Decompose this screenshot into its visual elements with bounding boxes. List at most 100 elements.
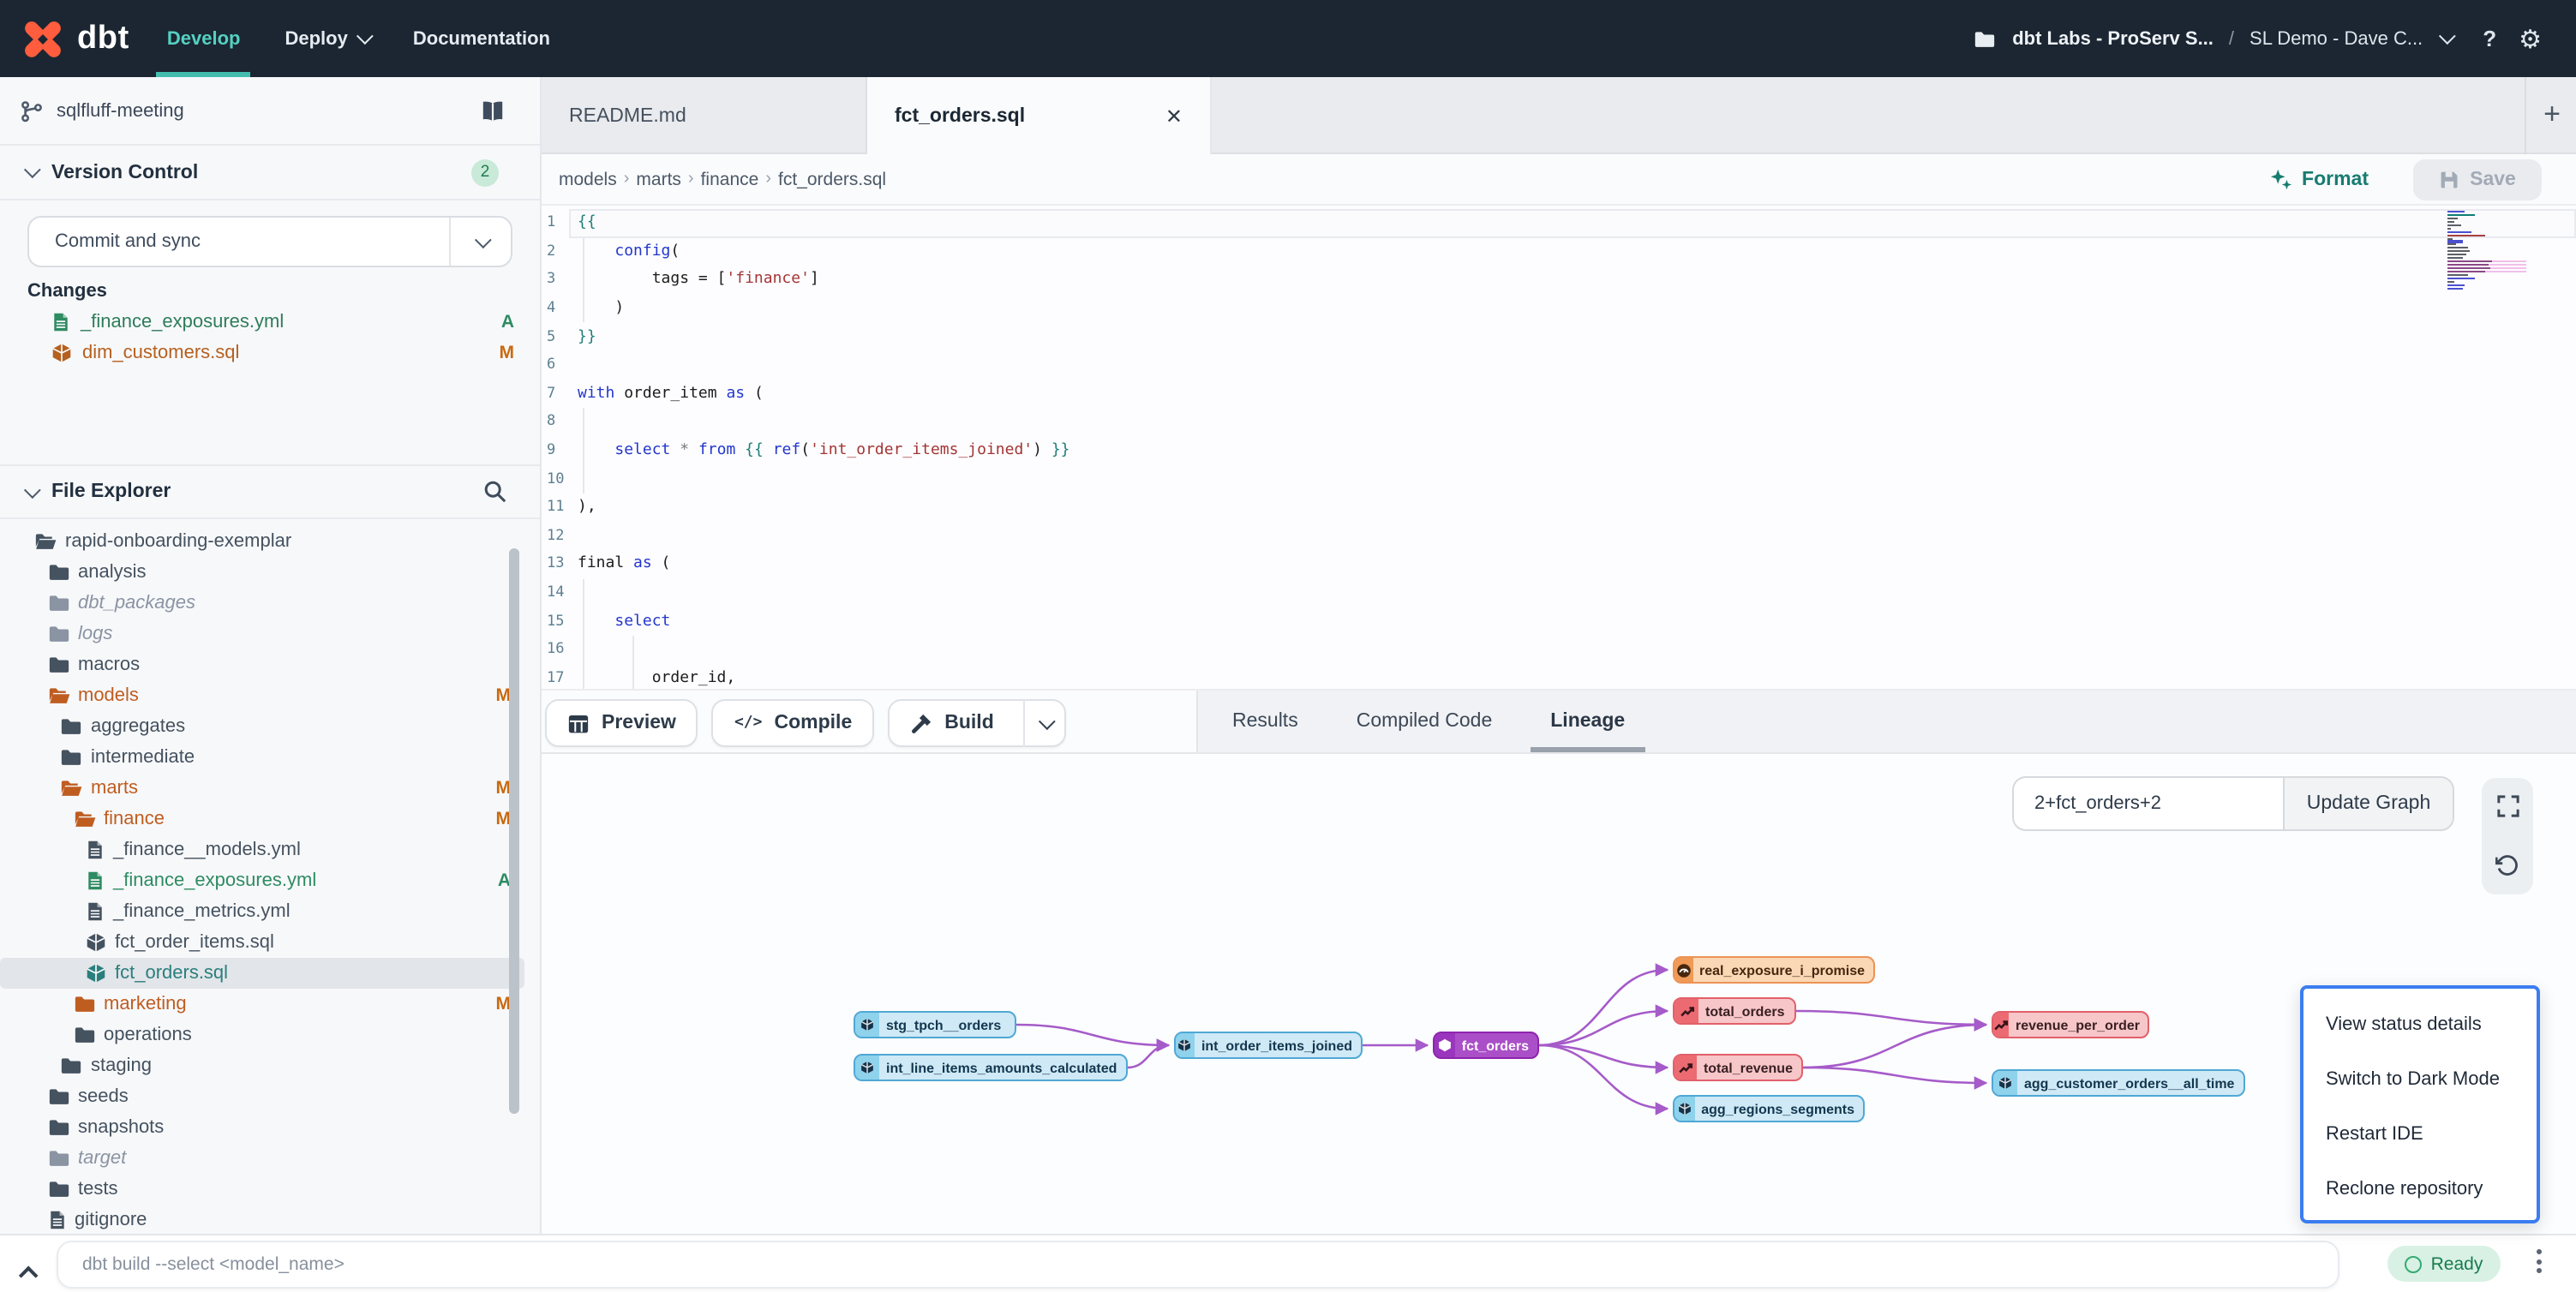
chevron-down-icon[interactable] xyxy=(2438,27,2455,45)
panel-tab-lineage[interactable]: Lineage xyxy=(1550,691,1625,752)
expand-command-panel-button[interactable] xyxy=(24,1258,38,1289)
tree-item-finance[interactable]: financeM xyxy=(0,804,524,834)
breadcrumb-item[interactable]: models xyxy=(559,169,617,189)
tree-item-_finance_metrics.yml[interactable]: _finance_metrics.yml xyxy=(0,896,524,927)
lineage-node-fct_orders[interactable]: fct_orders xyxy=(1433,1032,1539,1059)
code-line-8[interactable]: 8 xyxy=(542,408,2576,436)
version-control-header[interactable]: Version Control 2 xyxy=(0,146,540,200)
code-line-3[interactable]: 3 tags = ['finance'] xyxy=(542,266,2576,294)
new-tab-button[interactable]: + xyxy=(2535,98,2569,132)
changed-file[interactable]: dim_customers.sqlM xyxy=(0,338,542,368)
git-branch-row[interactable]: sqlfluff-meeting xyxy=(0,77,540,146)
sidebar-scrollbar[interactable] xyxy=(509,548,519,1114)
breadcrumb-item[interactable]: fct_orders.sql xyxy=(778,169,886,189)
changed-file[interactable]: _finance_exposures.ymlA xyxy=(0,307,542,338)
kebab-menu-icon[interactable] xyxy=(2531,1249,2545,1273)
editor-tab-README.md[interactable]: README.md xyxy=(542,77,867,154)
compile-button[interactable]: </>Compile xyxy=(712,699,874,747)
dbt-logo[interactable]: dbt xyxy=(0,15,129,63)
file-search-icon[interactable] xyxy=(483,480,507,504)
tree-item-marts[interactable]: martsM xyxy=(0,773,524,804)
project-selector[interactable]: SL Demo - Dave C... xyxy=(2250,28,2423,49)
tree-item-gitignore[interactable]: gitignore xyxy=(0,1205,524,1234)
tree-item-fct_order_items.sql[interactable]: fct_order_items.sql xyxy=(0,927,524,958)
code-line-14[interactable]: 14 xyxy=(542,578,2576,607)
code-line-1[interactable]: 1{{ xyxy=(542,209,2576,237)
lineage-selector-input[interactable] xyxy=(2012,776,2283,831)
docs-book-icon[interactable] xyxy=(480,99,506,123)
code-line-10[interactable]: 10 xyxy=(542,465,2576,493)
lineage-node-int_order_items_joined[interactable]: int_order_items_joined xyxy=(1174,1032,1363,1059)
tree-item-operations[interactable]: operations xyxy=(0,1020,524,1050)
reset-view-icon[interactable] xyxy=(2495,853,2519,877)
lineage-node-revenue_per_order[interactable]: revenue_per_order xyxy=(1992,1011,2149,1038)
lineage-node-total_orders[interactable]: total_orders xyxy=(1673,997,1796,1025)
breadcrumb-item[interactable]: marts xyxy=(636,169,681,189)
breadcrumb-item[interactable]: finance xyxy=(701,169,759,189)
close-tab-icon[interactable]: ✕ xyxy=(1165,104,1183,128)
format-button[interactable]: Format xyxy=(2269,168,2369,190)
lineage-node-agg_regions_segments[interactable]: agg_regions_segments xyxy=(1673,1095,1865,1122)
help-icon[interactable]: ? xyxy=(2483,26,2496,51)
code-line-7[interactable]: 7with order_item as ( xyxy=(542,380,2576,408)
tree-item-dbt_packages[interactable]: dbt_packages xyxy=(0,588,524,619)
status-badge[interactable]: Ready xyxy=(2387,1246,2501,1282)
tree-item-_finance_exposures.yml[interactable]: _finance_exposures.ymlA xyxy=(0,865,524,896)
code-line-17[interactable]: 17 order_id, xyxy=(542,664,2576,689)
tree-item-target[interactable]: target xyxy=(0,1143,524,1174)
code-editor[interactable]: 1{{2 config(3 tags = ['finance']4 )5}}67… xyxy=(542,206,2576,689)
tree-item-macros[interactable]: macros xyxy=(0,649,524,680)
tree-item-snapshots[interactable]: snapshots xyxy=(0,1112,524,1143)
lineage-node-real_exposure_i_promise[interactable]: real_exposure_i_promise xyxy=(1673,956,1875,984)
tree-item-staging[interactable]: staging xyxy=(0,1050,524,1081)
code-line-9[interactable]: 9 select * from {{ ref('int_order_items_… xyxy=(542,437,2576,465)
tree-item-tests[interactable]: tests xyxy=(0,1174,524,1205)
dbt-command-input[interactable] xyxy=(57,1241,2339,1289)
code-line-15[interactable]: 15 select xyxy=(542,607,2576,636)
menu-item-switch-to-dark-mode[interactable]: Switch to Dark Mode xyxy=(2303,1052,2537,1107)
tree-item-seeds[interactable]: seeds xyxy=(0,1081,524,1112)
code-line-6[interactable]: 6 xyxy=(542,351,2576,380)
editor-tab-fct_orders.sql[interactable]: fct_orders.sql✕ xyxy=(867,77,1212,154)
editor-minimap[interactable] xyxy=(2447,211,2533,293)
menu-item-view-status-details[interactable]: View status details xyxy=(2303,997,2537,1052)
code-line-12[interactable]: 12 xyxy=(542,522,2576,550)
lineage-node-agg_customer_orders__all_time[interactable]: agg_customer_orders__all_time xyxy=(1992,1069,2245,1097)
tree-item-_finance__models.yml[interactable]: _finance__models.yml xyxy=(0,834,524,865)
top-nav-documentation[interactable]: Documentation xyxy=(413,0,550,77)
code-line-11[interactable]: 11), xyxy=(542,493,2576,522)
menu-item-restart-ide[interactable]: Restart IDE xyxy=(2303,1107,2537,1162)
code-line-4[interactable]: 4 ) xyxy=(542,295,2576,323)
build-options-dropdown[interactable] xyxy=(1023,699,1064,747)
update-graph-button[interactable]: Update Graph xyxy=(2283,776,2454,831)
build-button[interactable]: Build xyxy=(888,699,1066,747)
menu-item-reclone-repository[interactable]: Reclone repository xyxy=(2303,1162,2537,1217)
top-nav-deploy[interactable]: Deploy xyxy=(285,0,368,77)
top-nav-develop[interactable]: Develop xyxy=(167,0,241,77)
code-line-13[interactable]: 13final as ( xyxy=(542,550,2576,578)
fullscreen-icon[interactable] xyxy=(2496,796,2519,818)
gear-icon[interactable]: ⚙ xyxy=(2519,23,2542,54)
tree-item-models[interactable]: modelsM xyxy=(0,680,524,711)
lineage-node-stg_tpch__orders[interactable]: stg_tpch__orders xyxy=(854,1011,1016,1038)
tree-item-analysis[interactable]: analysis xyxy=(0,557,524,588)
account-selector[interactable]: dbt Labs - ProServ S... xyxy=(2012,28,2214,49)
tree-item-intermediate[interactable]: intermediate xyxy=(0,742,524,773)
panel-tab-compiled-code[interactable]: Compiled Code xyxy=(1357,691,1493,752)
preview-button[interactable]: Preview xyxy=(545,699,698,747)
tree-item-marketing[interactable]: marketingM xyxy=(0,989,524,1020)
lineage-node-int_line_items_amounts_calculated[interactable]: int_line_items_amounts_calculated xyxy=(854,1054,1128,1081)
lineage-node-total_revenue[interactable]: total_revenue xyxy=(1673,1054,1803,1081)
code-line-2[interactable]: 2 config( xyxy=(542,237,2576,266)
tree-item-logs[interactable]: logs xyxy=(0,619,524,649)
tree-item-rapid-onboarding-exemplar[interactable]: rapid-onboarding-exemplar xyxy=(0,526,524,557)
tree-item-fct_orders.sql[interactable]: fct_orders.sql xyxy=(0,958,524,989)
file-explorer-header[interactable]: File Explorer xyxy=(0,464,542,519)
panel-tab-results[interactable]: Results xyxy=(1232,691,1298,752)
save-button[interactable]: Save xyxy=(2413,159,2542,200)
code-line-5[interactable]: 5}} xyxy=(542,323,2576,351)
tree-item-aggregates[interactable]: aggregates xyxy=(0,711,524,742)
commit-options-dropdown[interactable] xyxy=(449,218,511,266)
code-line-16[interactable]: 16 xyxy=(542,636,2576,664)
commit-and-sync-button[interactable]: Commit and sync xyxy=(27,216,512,267)
